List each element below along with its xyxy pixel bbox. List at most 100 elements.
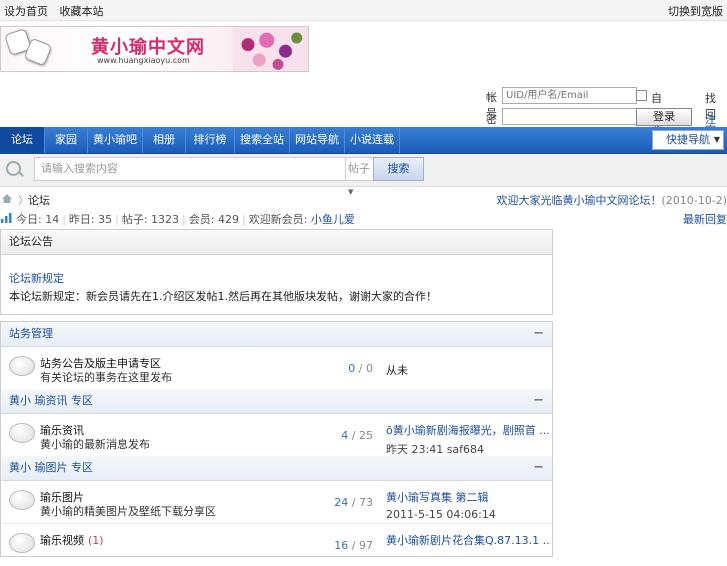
section-title: 站务管理	[9, 327, 53, 340]
search-type-value: 帖子	[348, 162, 370, 175]
collapse-icon[interactable]: −	[533, 456, 544, 480]
section-header[interactable]: 站务管理 −	[1, 322, 552, 347]
nav-item-forum[interactable]: 论坛	[0, 127, 45, 153]
last-post-time: 2011-5-15 04:06:14	[386, 508, 496, 521]
username-input[interactable]	[502, 87, 637, 104]
password-input[interactable]	[502, 108, 637, 125]
collapse-icon[interactable]: −	[533, 322, 544, 346]
announcement-title-link[interactable]: 论坛新规定	[9, 272, 64, 285]
collapse-icon[interactable]: −	[533, 389, 544, 413]
section-title: 黄小 瑜图片 专区	[9, 461, 93, 474]
set-homepage-link[interactable]: 设为首页	[4, 5, 48, 18]
forum-last-post: 黄小瑜写真集 第二辑 2011-5-15 04:06:14	[386, 489, 551, 521]
nav-item-novel[interactable]: 小说连载	[345, 127, 400, 153]
thread-count: 4	[341, 429, 349, 442]
wide-mode-link[interactable]: 切换到宽版	[668, 3, 723, 19]
post-count: 97	[359, 539, 373, 552]
section-header[interactable]: 黄小 瑜图片 专区 −	[1, 456, 552, 481]
forum-row[interactable]: 瑜乐视频 (1) 16 / 97 黄小瑜新剧片花合集Q.87.13.1 ...	[1, 524, 552, 566]
forum-counts: 0 / 0	[348, 362, 373, 375]
forum-desc: 黄小瑜的最新消息发布	[40, 438, 150, 451]
thread-count: 16	[334, 539, 349, 552]
nav-item-bar[interactable]: 黄小瑜吧	[88, 127, 143, 153]
post-count: 73	[359, 496, 373, 509]
speech-bubble-icon	[9, 423, 35, 443]
stat-newest-label: 欢迎新会员	[248, 213, 304, 226]
announcement-link[interactable]: 欢迎大家光临黄小瑜中文网论坛！	[496, 194, 661, 207]
newest-member-link[interactable]: 小鱼儿爱	[311, 213, 355, 226]
stat-yesterday: 35	[98, 213, 113, 226]
nav-item-ranking[interactable]: 排行榜	[186, 127, 235, 153]
login-button[interactable]: 登录	[636, 108, 692, 126]
main-nav: 论坛 家园 黄小瑜吧 相册 排行榜 搜索全站 网站导航 小说连载 快捷导航 ▼	[0, 127, 727, 154]
forum-row[interactable]: 瑜乐资讯 黄小瑜的最新消息发布 4 / 25 ō黄小瑜新剧海报曝光，剧照首 ..…	[1, 414, 552, 456]
search-icon	[6, 161, 21, 176]
forum-counts: 16 / 97	[334, 539, 373, 552]
last-post-text: 从未	[386, 364, 408, 377]
forum-section: 黄小 瑜图片 专区 − 瑜乐图片 黄小瑜的精美图片及壁纸下载分享区 24 / 7…	[0, 456, 553, 557]
speech-bubble-icon	[9, 356, 35, 376]
quick-nav-dropdown[interactable]: 快捷导航 ▼	[652, 130, 724, 150]
speech-bubble-icon	[9, 490, 35, 510]
announcement-panel: 论坛公告 论坛新规定 本论坛新规定：新会员请先在1.介绍区发帖1.然后再在其他版…	[0, 229, 553, 315]
forum-name-text: 瑜乐视频	[40, 534, 84, 547]
breadcrumb-current: 论坛	[28, 194, 50, 207]
search-button[interactable]: 搜索	[373, 157, 424, 181]
forum-counts: 4 / 25	[341, 429, 373, 442]
chevron-down-icon: ▼	[713, 135, 720, 144]
section-header[interactable]: 黄小 瑜资讯 专区 −	[1, 389, 552, 414]
stats-chart-icon	[1, 213, 12, 223]
thread-count: 24	[334, 496, 349, 509]
forum-row[interactable]: 站务公告及版主申请专区 有关论坛的事务在这里发布 0 / 0 从未	[1, 347, 552, 389]
home-icon[interactable]	[2, 194, 12, 203]
last-post-link[interactable]: 黄小瑜新剧片花合集Q.87.13.1 ...	[386, 532, 551, 548]
post-count: 0	[366, 362, 373, 375]
forum-section: 站务管理 − 站务公告及版主申请专区 有关论坛的事务在这里发布 0 / 0 从未	[0, 321, 553, 391]
top-bar: 设为首页 收藏本站 切换到宽版	[0, 0, 727, 21]
forum-name[interactable]: 瑜乐视频 (1)	[40, 532, 104, 548]
announcement-ticker[interactable]: 欢迎大家光临黄小瑜中文网论坛！(2010-10-2)	[496, 192, 727, 208]
search-input[interactable]: 请输入搜索内容	[34, 157, 347, 181]
announcement-header: 论坛公告	[1, 230, 552, 255]
stat-posts: 1323	[151, 213, 180, 226]
stat-today-label: 今日	[16, 213, 38, 226]
announcement-date: (2010-10-2)	[661, 194, 727, 207]
forum-counts: 24 / 73	[334, 496, 373, 509]
last-post-time: 昨天 23:41 saf684	[386, 443, 485, 456]
site-url: www.huangxiaoyu.com	[97, 56, 190, 65]
nav-item-home[interactable]: 家园	[45, 127, 88, 153]
forum-desc: 有关论坛的事务在这里发布	[40, 371, 172, 384]
quick-nav-label: 快捷导航	[666, 133, 710, 146]
top-bar-links: 设为首页 收藏本站	[4, 3, 112, 19]
nav-item-search[interactable]: 搜索全站	[235, 127, 290, 153]
forum-section: 黄小 瑜资讯 专区 − 瑜乐资讯 黄小瑜的最新消息发布 4 / 25 ō黄小瑜新…	[0, 389, 553, 457]
thread-count: 0	[348, 362, 356, 375]
forum-last-post: ō黄小瑜新剧海报曝光，剧照首 ... 昨天 23:41 saf684	[386, 422, 551, 457]
last-post-link[interactable]: 黄小瑜写真集 第二辑	[386, 489, 551, 505]
stat-members-label: 会员	[188, 213, 211, 226]
post-count: 25	[359, 429, 373, 442]
auto-login-checkbox[interactable]	[636, 90, 647, 101]
breadcrumb: 〉 论坛 欢迎大家光临黄小瑜中文网论坛！(2010-10-2)	[0, 192, 727, 208]
stat-today: 14	[45, 213, 60, 226]
last-post-link[interactable]: ō黄小瑜新剧海报曝光，剧照首 ...	[386, 422, 551, 438]
bookmark-link[interactable]: 收藏本站	[60, 5, 104, 18]
site-logo-banner[interactable]: 黄小瑜中文网 www.huangxiaoyu.com	[0, 26, 309, 72]
forum-stats: 今日: 14 | 昨日: 35 | 帖子: 1323 | 会员: 429 | 欢迎新会员: 小鱼…	[0, 211, 727, 227]
nav-item-guide[interactable]: 网站导航	[290, 127, 345, 153]
announcement-text: 本论坛新规定：新会员请先在1.介绍区发帖1.然后再在其他版块发帖，谢谢大家的合作…	[9, 290, 437, 303]
stat-yesterday-label: 昨日	[68, 213, 91, 226]
section-title: 黄小 瑜资讯 专区	[9, 394, 93, 407]
speech-bubble-icon	[9, 533, 35, 553]
announcement-title[interactable]: 论坛新规定	[9, 270, 64, 286]
stat-posts-label: 帖子	[121, 213, 144, 226]
nav-item-album[interactable]: 相册	[143, 127, 186, 153]
new-post-badge: (1)	[88, 534, 104, 547]
forum-row[interactable]: 瑜乐图片 黄小瑜的精美图片及壁纸下载分享区 24 / 73 黄小瑜写真集 第二辑…	[1, 481, 552, 524]
flower-image	[233, 27, 308, 71]
stat-members: 429	[217, 213, 239, 226]
search-type-select[interactable]: 帖子▼	[345, 157, 375, 196]
forum-last-post: 黄小瑜新剧片花合集Q.87.13.1 ...	[386, 532, 551, 548]
stats-text: 今日: 14 | 昨日: 35 | 帖子: 1323 | 会员: 429 | 欢迎新会员: 小鱼…	[16, 213, 355, 226]
latest-replies-link[interactable]: 最新回复	[683, 211, 727, 227]
